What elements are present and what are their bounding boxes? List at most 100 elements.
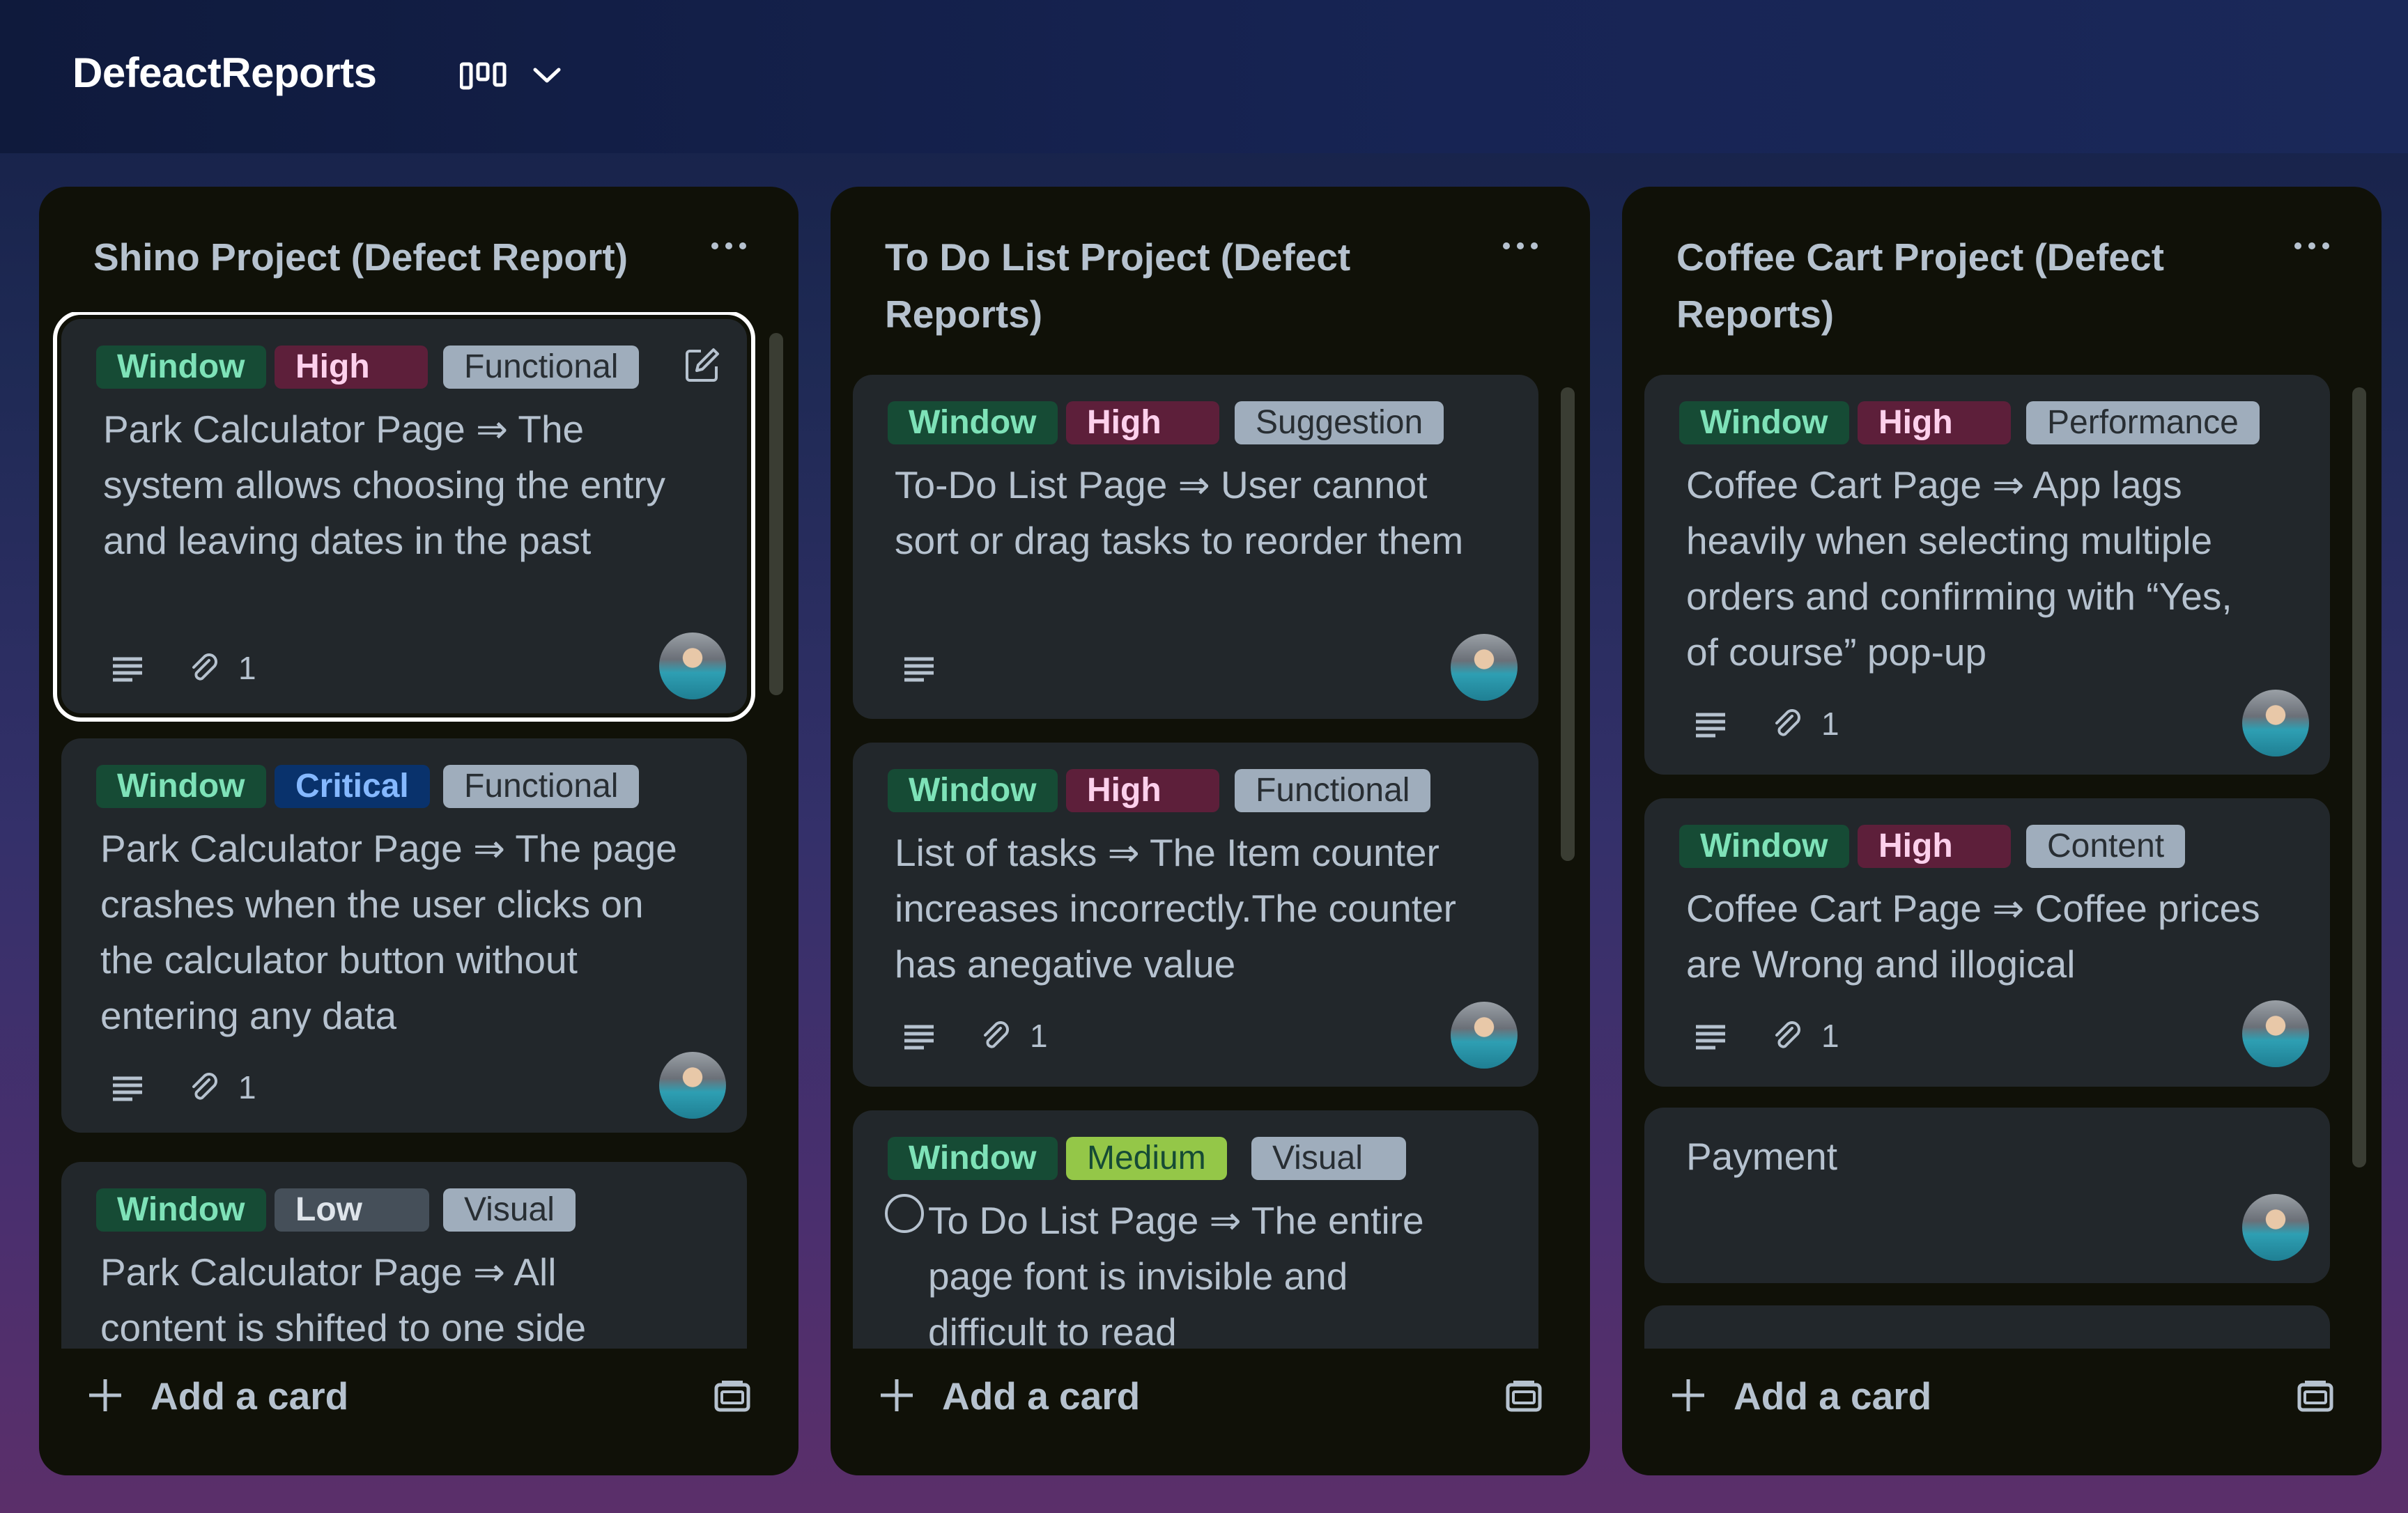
label-window[interactable]: Window [96,1188,266,1232]
card[interactable] [1644,1305,2330,1349]
label-category[interactable]: Visual [1251,1137,1406,1180]
label-priority[interactable]: Medium [1066,1137,1227,1180]
more-icon[interactable] [1499,235,1541,256]
avatar[interactable] [2242,1194,2309,1261]
card[interactable]: Window High Content Coffee Cart Page ⇒ C… [1644,798,2330,1087]
card-list: Window High Performance Coffee Cart Page… [1622,366,2382,1349]
avatar[interactable] [659,1052,726,1119]
label-window[interactable]: Window [888,401,1058,444]
card[interactable]: Window Low Visual Park Calculator Page ⇒… [61,1162,747,1349]
scrollbar-thumb[interactable] [2352,387,2366,1167]
description-icon [904,657,934,682]
scrollbar[interactable] [1561,366,1575,1342]
label-window[interactable]: Window [888,769,1058,812]
list-footer: Add a card [1622,1349,2382,1475]
card-title: Park Calculator Page ⇒ All content is sh… [100,1250,587,1349]
label-category[interactable]: Suggestion [1235,401,1444,444]
label-priority[interactable]: Critical [275,765,430,808]
label-category[interactable]: Visual [443,1188,576,1232]
label-window[interactable]: Window [96,765,266,808]
attachment-icon [192,653,217,681]
card[interactable]: Window High Suggestion To-Do List Page ⇒… [853,375,1538,719]
list-title[interactable]: Coffee Cart Project (Defect Reports) [1676,228,2276,343]
card[interactable]: Window Window Critical Functional Park C… [61,738,747,1133]
avatar[interactable] [1451,634,1518,701]
label-category[interactable]: Functional [1235,769,1431,812]
card-title: Coffee Cart Page ⇒ App lags heavily when… [1686,463,2232,674]
attachment-count: 1 [1821,1018,1839,1054]
scrollbar[interactable] [769,312,783,1343]
attachment-count: 1 [1821,706,1839,742]
add-card-button[interactable]: Add a card [150,1374,348,1418]
label-category[interactable]: Functional [443,765,640,808]
list-footer: Add a card [831,1349,1590,1475]
attachment-icon [1775,709,1800,736]
avatar[interactable] [2242,690,2309,756]
plus-icon[interactable] [86,1376,124,1414]
card[interactable]: Payment [1644,1108,2330,1283]
attachment-count: 1 [238,1069,256,1105]
label-priority[interactable]: Low [275,1188,429,1232]
plus-icon[interactable] [1669,1376,1707,1414]
card-title: Park Calculator Page ⇒ The system allows… [103,408,666,562]
avatar[interactable] [1451,1002,1518,1069]
board-title[interactable]: DefeactReports [72,49,377,97]
card-title: To Do List Page ⇒ The entire page font i… [928,1199,1424,1349]
card-title: Coffee Cart Page ⇒ Coffee prices are Wro… [1686,887,2260,986]
label-category[interactable]: Functional [443,346,640,389]
description-icon [1696,1025,1725,1050]
label-window[interactable]: Window [1679,825,1849,868]
label-category[interactable]: Content [2026,825,2186,868]
label-category[interactable]: Performance [2026,401,2260,444]
description-icon [113,657,142,682]
avatar[interactable] [2242,1000,2309,1067]
card-title: Park Calculator Page ⇒ The page crashes … [100,827,677,1037]
card-title: To-Do List Page ⇒ User cannot sort or dr… [895,463,1464,562]
list-todo-project: To Do List Project (Defect Reports) Wind… [831,187,1590,1475]
plus-icon[interactable] [878,1376,916,1414]
list-footer: Add a card [39,1349,798,1475]
label-priority[interactable]: High [1858,825,2011,868]
scrollbar-thumb[interactable] [769,333,783,695]
label-priority[interactable]: High [1066,401,1219,444]
more-icon[interactable] [2291,235,2333,256]
attachment-icon [1775,1021,1800,1048]
label-window[interactable]: Window [888,1137,1058,1180]
card-title: Payment [1686,1135,1838,1178]
description-icon [904,1025,934,1050]
edit-icon[interactable] [683,346,722,385]
list-coffee-cart-project: Coffee Cart Project (Defect Reports) Win… [1622,187,2382,1475]
label-priority[interactable]: High [275,346,428,389]
card[interactable]: Window Medium Visual To Do List Page ⇒ T… [853,1110,1538,1349]
add-card-button[interactable]: Add a card [942,1374,1140,1418]
label-priority[interactable]: High [1858,401,2011,444]
card-list: Window High Suggestion To-Do List Page ⇒… [831,366,1590,1349]
template-icon[interactable] [1505,1379,1543,1414]
board-view-icon[interactable] [460,59,509,93]
scrollbar-thumb[interactable] [1561,387,1575,861]
description-icon [1696,713,1725,738]
label-priority[interactable]: High [1066,769,1219,812]
card-list: Window High Functional Park Calculator P… [39,312,798,1349]
attachment-icon [984,1021,1009,1048]
template-icon[interactable] [713,1379,751,1414]
attachment-count: 1 [238,650,256,686]
card[interactable]: Window High Functional Park Calculator P… [53,312,755,722]
chevron-down-icon[interactable] [530,61,564,89]
list-title[interactable]: Shino Project (Defect Report) [93,228,693,286]
avatar[interactable] [659,633,726,699]
template-icon[interactable] [2297,1379,2334,1414]
card[interactable]: Window High Functional List of tasks ⇒ T… [853,743,1538,1087]
label-window[interactable]: Window [96,346,266,389]
scrollbar[interactable] [2352,366,2366,1342]
list-title[interactable]: To Do List Project (Defect Reports) [885,228,1484,343]
complete-checkbox[interactable] [885,1194,924,1233]
add-card-button[interactable]: Add a card [1734,1374,1931,1418]
attachment-icon [192,1073,217,1100]
card[interactable]: Window High Performance Coffee Cart Page… [1644,375,2330,775]
more-icon[interactable] [708,235,750,256]
board-header: DefeactReports [0,0,2408,153]
description-icon [113,1076,142,1101]
card-title: List of tasks ⇒ The Item counter increas… [895,831,1456,986]
label-window[interactable]: Window [1679,401,1849,444]
